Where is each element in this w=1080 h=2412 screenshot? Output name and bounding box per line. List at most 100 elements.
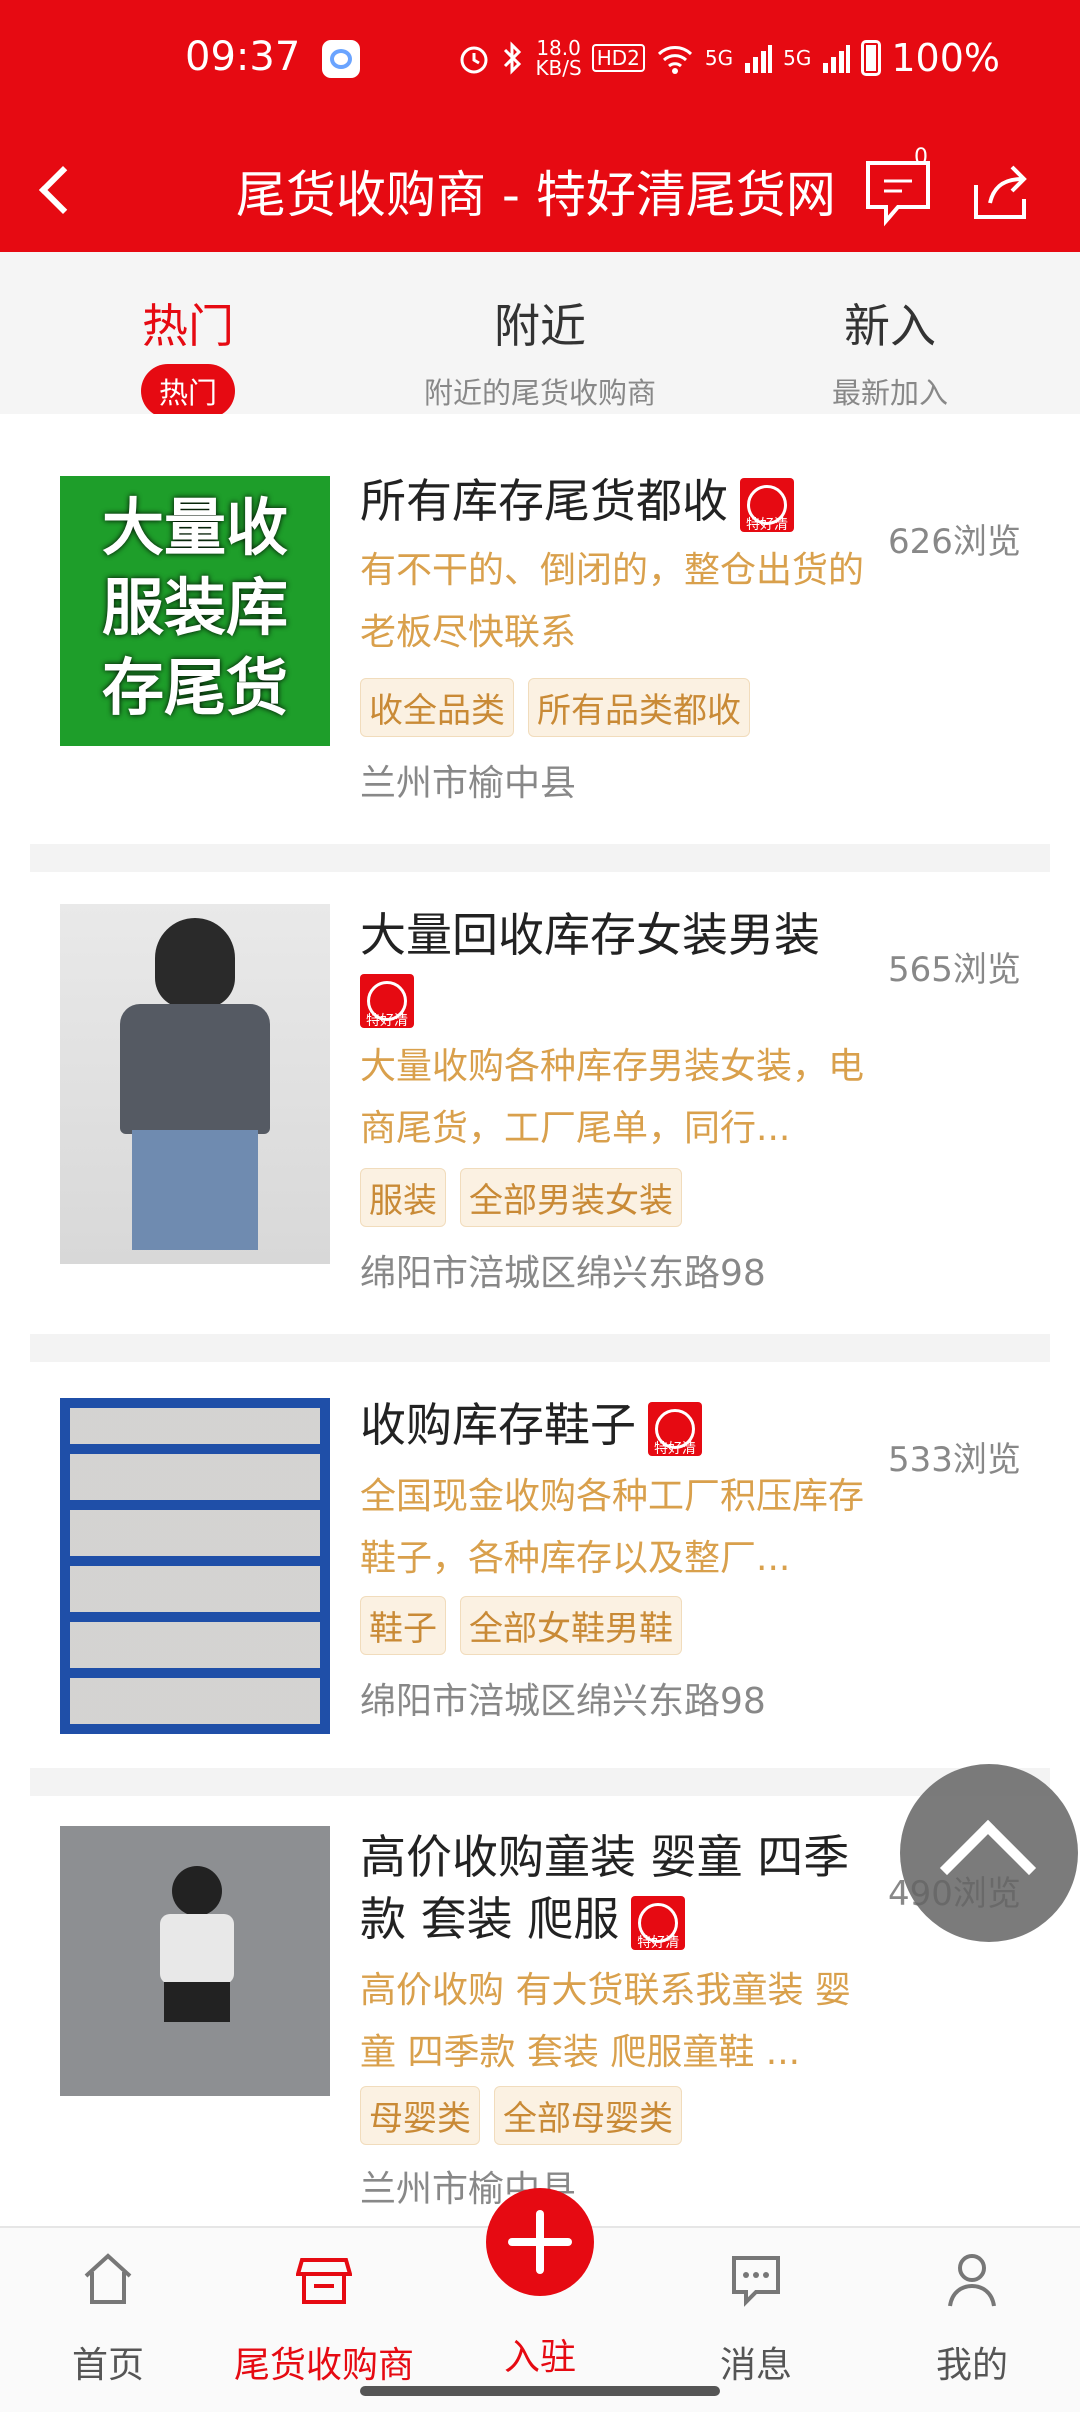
thumb-text-line: 大量收 bbox=[101, 491, 288, 564]
item-tag: 母婴类 bbox=[360, 2086, 480, 2145]
tab-nearby-sub: 附近的尾货收购商 bbox=[423, 376, 656, 410]
nav-join-label: 入驻 bbox=[503, 2337, 576, 2378]
item-location: 兰州市榆中县 bbox=[360, 763, 577, 804]
bluetooth-icon bbox=[504, 41, 522, 75]
plus-icon bbox=[486, 2188, 594, 2296]
item-tag: 所有品类都收 bbox=[528, 678, 750, 737]
item-title: 大量回收库存女装男装特好清 bbox=[360, 904, 870, 1029]
verified-badge-icon: 特好清 bbox=[360, 973, 414, 1029]
home-icon bbox=[84, 2253, 132, 2304]
join-fab[interactable] bbox=[462, 2188, 618, 2328]
thumb-text-line: 服装库 bbox=[101, 571, 288, 644]
tab-hot[interactable]: 热门 热门 bbox=[38, 252, 338, 418]
page-title: 尾货收购商 - 特好清尾货网 bbox=[236, 166, 836, 224]
share-icon bbox=[974, 165, 1027, 219]
status-bar: 09:37 18.0 KB/S HD2 5G 5G 100% bbox=[0, 0, 1080, 125]
battery-icon bbox=[861, 40, 882, 76]
net-speed-unit: KB/S bbox=[535, 56, 582, 80]
item-tag: 全部男装女装 bbox=[460, 1168, 682, 1227]
tab-new-sub: 最新加入 bbox=[831, 376, 948, 410]
share-button[interactable] bbox=[968, 159, 1032, 223]
list-item[interactable]: 大量收 服装库 存尾货 所有库存尾货都收特好清 626浏览 有不干的、倒闭的，整… bbox=[0, 414, 1080, 844]
nav-join[interactable]: 入驻 bbox=[432, 2188, 648, 2412]
item-tag: 收全品类 bbox=[360, 678, 514, 737]
item-location: 绵阳市涪城区绵兴东路98 bbox=[360, 1681, 766, 1722]
tab-hot-label: 热门 bbox=[142, 299, 234, 353]
item-location: 绵阳市涪城区绵兴东路98 bbox=[360, 1253, 766, 1294]
item-thumbnail: 大量收 服装库 存尾货 bbox=[60, 476, 330, 746]
store-icon bbox=[296, 2258, 352, 2304]
item-tag: 全部女鞋男鞋 bbox=[460, 1596, 682, 1655]
nav-bar: 尾货收购商 - 特好清尾货网 0 bbox=[0, 125, 1080, 252]
item-views: 533浏览 bbox=[888, 1440, 1021, 1480]
net-speed: 18.0 KB/S bbox=[535, 38, 581, 78]
nav-messages-label: 消息 bbox=[719, 2345, 792, 2386]
app-notification-icon bbox=[322, 40, 360, 78]
verified-badge-icon: 特好清 bbox=[631, 1895, 686, 1951]
messages-count-badge: 0 bbox=[914, 145, 928, 170]
tab-nearby[interactable]: 附近 附近的尾货收购商 bbox=[390, 252, 690, 414]
tab-new-label: 新入 bbox=[844, 299, 936, 353]
item-tag: 全部母婴类 bbox=[494, 2086, 682, 2145]
item-title-text: 收购库存鞋子 bbox=[360, 1398, 636, 1452]
list-divider bbox=[30, 1334, 1050, 1362]
nav-home[interactable]: 首页 bbox=[0, 2228, 216, 2412]
item-description: 大量收购各种库存男装女装，电商尾货，工厂尾单，同行... bbox=[360, 1046, 865, 1149]
signal-1-icon bbox=[745, 45, 773, 73]
verified-badge-icon: 特好清 bbox=[740, 477, 794, 533]
chat-icon bbox=[732, 2256, 780, 2307]
item-description: 有不干的、倒闭的，整仓出货的老板尽快联系 bbox=[360, 550, 865, 653]
item-title-text: 所有库存尾货都收 bbox=[360, 474, 728, 528]
signal-1-label: 5G bbox=[704, 46, 734, 70]
back-arrow-icon[interactable] bbox=[34, 165, 82, 213]
bottom-navigation: 首页 尾货收购商 入驻 消息 我的 bbox=[0, 2188, 1080, 2412]
hd-icon: HD2 bbox=[591, 44, 645, 72]
list-item[interactable]: 收购库存鞋子特好清 533浏览 全国现金收购各种工厂积压库存鞋子，各种库存以及整… bbox=[0, 1362, 1080, 1792]
item-tag: 服装 bbox=[360, 1168, 446, 1227]
verified-badge-text: 特好清 bbox=[366, 1012, 408, 1029]
item-tag: 鞋子 bbox=[360, 1596, 446, 1655]
item-title-text: 大量回收库存女装男装 bbox=[360, 908, 820, 962]
item-views: 565浏览 bbox=[888, 950, 1021, 990]
item-views: 626浏览 bbox=[888, 522, 1021, 562]
thumb-text-line: 存尾货 bbox=[101, 651, 288, 724]
nav-profile-label: 我的 bbox=[935, 2345, 1008, 2386]
item-tags: 收全品类 所有品类都收 bbox=[360, 678, 750, 737]
wifi-icon bbox=[657, 46, 692, 74]
item-title: 收购库存鞋子特好清 bbox=[360, 1394, 870, 1457]
app-header: 09:37 18.0 KB/S HD2 5G 5G 100% 尾货收购商 - 特好… bbox=[0, 0, 1080, 252]
verified-badge-text: 特好清 bbox=[637, 1934, 680, 1951]
list-item[interactable]: 大量回收库存女装男装特好清 565浏览 大量收购各种库存男装女装，电商尾货，工厂… bbox=[0, 872, 1080, 1334]
scroll-to-top-button[interactable] bbox=[900, 1764, 1078, 1942]
messages-button[interactable]: 0 bbox=[862, 145, 934, 231]
item-title: 所有库存尾货都收特好清 bbox=[360, 470, 870, 533]
item-thumbnail bbox=[60, 1826, 330, 2096]
nav-home-label: 首页 bbox=[71, 2345, 144, 2386]
system-icons: 18.0 KB/S HD2 5G 5G 100% bbox=[457, 36, 1000, 80]
nav-buyers-label: 尾货收购商 bbox=[233, 2345, 414, 2386]
signal-2-icon bbox=[823, 45, 851, 73]
tab-nearby-label: 附近 bbox=[494, 299, 586, 353]
item-thumbnail bbox=[60, 904, 330, 1264]
item-description: 全国现金收购各种工厂积压库存鞋子，各种库存以及整厂... bbox=[360, 1476, 865, 1579]
gesture-home-bar[interactable] bbox=[360, 2386, 720, 2396]
tab-new[interactable]: 新入 最新加入 bbox=[740, 252, 1040, 414]
item-title: 高价收购童装 婴童 四季款 套装 爬服 特好清 bbox=[360, 1826, 870, 1951]
list-divider bbox=[30, 1768, 1050, 1796]
item-tags: 服装 全部男装女装 bbox=[360, 1168, 682, 1227]
verified-badge-text: 特好清 bbox=[746, 516, 788, 533]
item-title-text: 高价收购童装 婴童 四季款 套装 爬服 bbox=[360, 1830, 850, 1946]
category-tabs: 热门 热门 附近 附近的尾货收购商 新入 最新加入 bbox=[0, 252, 1080, 418]
item-description: 高价收购 有大货联系我童装 婴童 四季款 套装 爬服童鞋 ... bbox=[360, 1970, 851, 2073]
item-tags: 母婴类 全部母婴类 bbox=[360, 2086, 682, 2145]
user-icon bbox=[948, 2254, 996, 2307]
nav-messages[interactable]: 消息 bbox=[648, 2228, 864, 2412]
list-divider bbox=[30, 844, 1050, 872]
nav-profile[interactable]: 我的 bbox=[864, 2228, 1080, 2412]
alarm-icon bbox=[460, 46, 488, 74]
nav-buyers[interactable]: 尾货收购商 bbox=[216, 2228, 432, 2412]
verified-badge-icon: 特好清 bbox=[648, 1401, 702, 1457]
item-thumbnail bbox=[60, 1398, 330, 1734]
item-tags: 鞋子 全部女鞋男鞋 bbox=[360, 1596, 682, 1655]
verified-badge-text: 特好清 bbox=[654, 1440, 696, 1457]
